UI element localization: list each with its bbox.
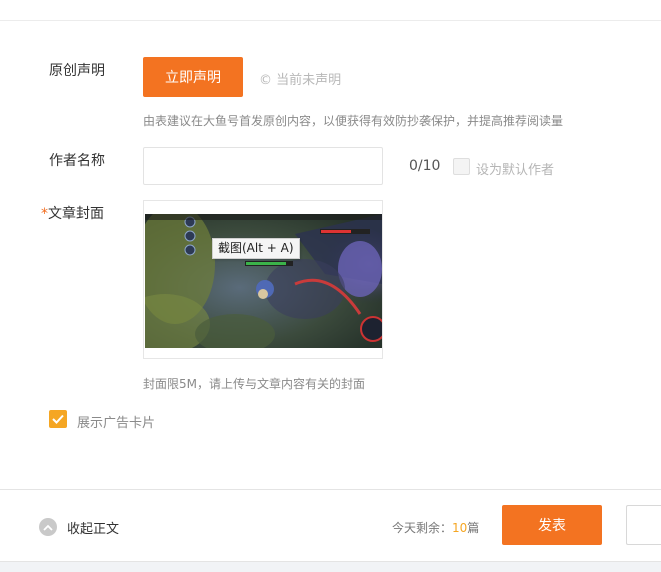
- quota-suffix: 篇: [467, 521, 480, 535]
- cover-label-row: *文章封面: [41, 203, 104, 223]
- cover-label: 文章封面: [48, 206, 104, 222]
- quota-count: 10: [452, 521, 468, 535]
- default-author-checkbox[interactable]: [453, 158, 470, 175]
- daily-quota: 今天剩余：10篇: [392, 519, 479, 536]
- footer-bottom-strip: [0, 561, 661, 572]
- author-char-counter: 0/10: [409, 158, 441, 174]
- cover-upload-box[interactable]: [143, 200, 383, 359]
- check-icon: [52, 414, 64, 424]
- publish-button[interactable]: 发表: [502, 505, 602, 545]
- ad-card-label[interactable]: 展示广告卡片: [77, 412, 155, 431]
- cover-image[interactable]: [145, 214, 382, 348]
- author-label: 作者名称: [49, 153, 105, 169]
- original-hint: 由表建议在大鱼号首发原创内容，以便获得有效防抄袭保护，并提高推荐阅读量: [143, 114, 564, 128]
- secondary-button[interactable]: [626, 505, 661, 545]
- cover-hint: 封面限5M，请上传与文章内容有关的封面: [143, 377, 365, 391]
- declare-status: © 当前未声明: [259, 73, 342, 88]
- required-mark: *: [41, 206, 48, 222]
- collapse-body-button[interactable]: 收起正文: [67, 518, 119, 537]
- top-divider: [0, 20, 661, 21]
- quota-prefix: 今天剩余：: [392, 521, 453, 535]
- declare-now-button[interactable]: 立即声明: [143, 57, 243, 97]
- screenshot-tooltip: 截图(Alt + A): [212, 238, 300, 259]
- author-name-input[interactable]: [143, 147, 383, 185]
- default-author-label[interactable]: 设为默认作者: [476, 159, 554, 178]
- original-label: 原创声明: [49, 63, 105, 79]
- chevron-up-icon[interactable]: [39, 518, 57, 536]
- ad-card-checkbox[interactable]: [49, 410, 67, 428]
